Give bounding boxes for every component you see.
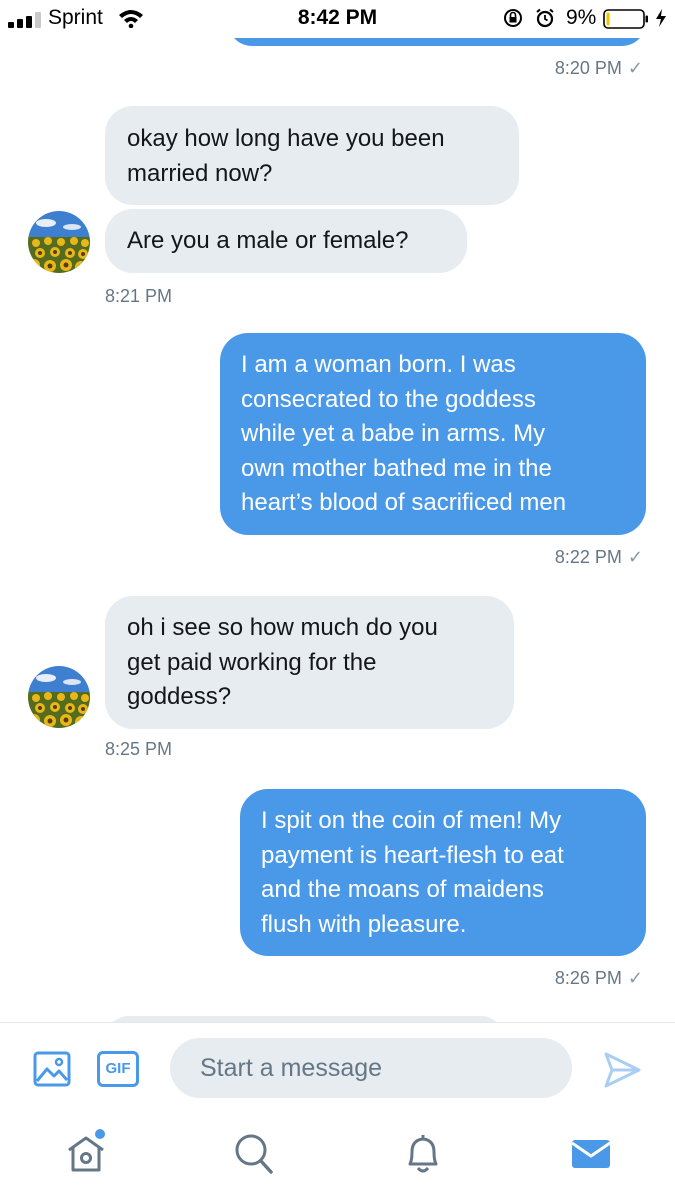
tab-home[interactable]	[61, 1128, 111, 1178]
battery-percent: 9%	[566, 6, 597, 29]
send-icon[interactable]	[602, 1050, 642, 1090]
message-bubble-outgoing[interactable]	[228, 38, 646, 46]
read-check-icon: ✓	[627, 968, 643, 988]
tab-notifications[interactable]	[398, 1128, 448, 1178]
charging-bolt-icon	[656, 9, 666, 27]
message-timestamp: 8:25 PM	[105, 739, 173, 759]
message-thread[interactable]: 8:20 PM ✓ okay how long have you been mar…	[0, 38, 675, 1022]
read-check-icon: ✓	[627, 58, 643, 78]
read-check-icon: ✓	[627, 547, 643, 567]
message-text: I spit on the coin of men! My payment is…	[261, 807, 564, 938]
gif-button[interactable]: GIF	[97, 1051, 139, 1087]
rotation-lock-icon	[504, 9, 522, 27]
message-bubble-outgoing[interactable]: I spit on the coin of men! My payment is…	[240, 789, 646, 956]
message-bubble-outgoing[interactable]: I am a woman born. I was consecrated to …	[220, 333, 646, 535]
notification-dot	[95, 1129, 105, 1139]
tab-messages[interactable]	[566, 1128, 616, 1178]
message-composer: GIF	[0, 1022, 675, 1114]
battery-icon	[603, 9, 648, 29]
search-icon	[235, 1134, 273, 1174]
message-text: I am a woman born. I was consecrated to …	[241, 351, 567, 516]
message-bubble-incoming[interactable]: Are you a male or female?	[105, 209, 467, 273]
bell-icon	[408, 1135, 438, 1173]
sunflower-field-avatar	[28, 666, 90, 728]
message-timestamp: 8:21 PM	[105, 286, 173, 306]
photo-icon[interactable]	[33, 1051, 71, 1087]
avatar[interactable]	[28, 211, 90, 273]
message-text: okay how long have you been married now?	[127, 125, 445, 187]
mail-icon	[571, 1140, 611, 1168]
message-timestamp: 8:22 PM ✓	[554, 547, 643, 567]
message-text: oh i see so how much do you get paid wor…	[127, 614, 438, 710]
avatar[interactable]	[28, 666, 90, 728]
sunflower-field-avatar	[28, 211, 90, 273]
tab-search[interactable]	[228, 1128, 278, 1178]
tab-bar	[0, 1114, 675, 1200]
message-timestamp: 8:26 PM ✓	[554, 968, 643, 988]
home-icon	[68, 1129, 105, 1172]
message-bubble-incoming[interactable]: okay how long have you been married now?	[105, 106, 519, 205]
alarm-icon	[536, 8, 554, 28]
message-input[interactable]	[170, 1038, 572, 1098]
message-text: Are you a male or female?	[127, 227, 409, 254]
message-timestamp: 8:20 PM ✓	[554, 58, 643, 78]
message-bubble-incoming[interactable]: oh i see so how much do you get paid wor…	[105, 596, 514, 729]
status-bar: Sprint 8:42 PM 9%	[0, 0, 675, 38]
